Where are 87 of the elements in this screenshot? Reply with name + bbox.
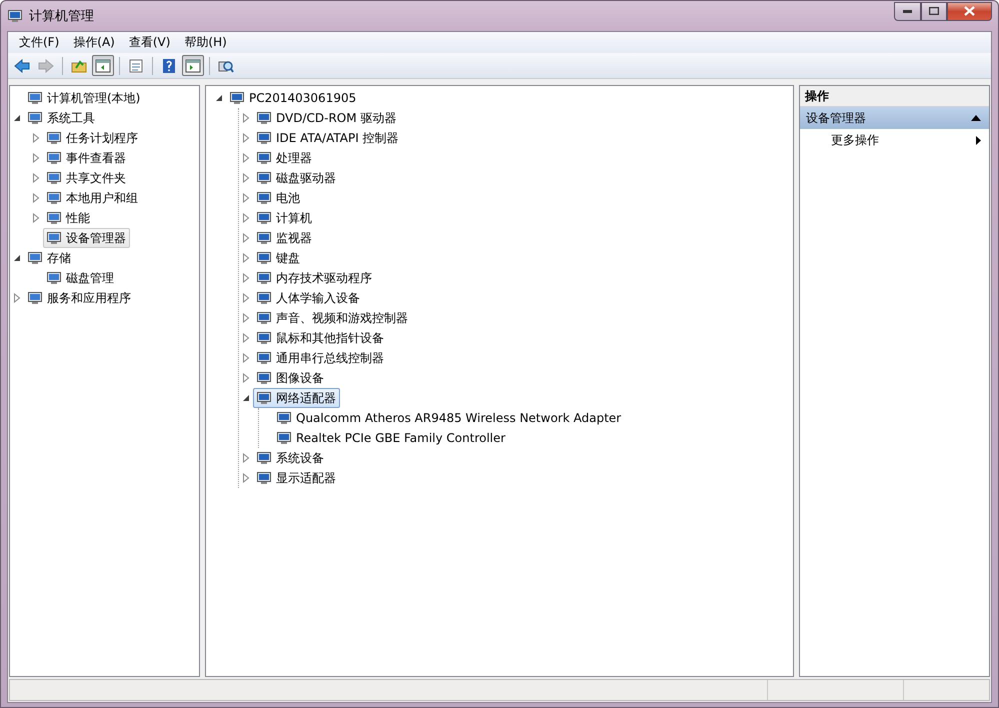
tree-item[interactable]: 监视器 — [253, 228, 316, 248]
monitor-icon — [256, 170, 272, 186]
actions-section[interactable]: 设备管理器 — [800, 107, 989, 129]
tree-item[interactable]: Realtek PCIe GBE Family Controller — [273, 428, 510, 448]
monitor-icon — [256, 250, 272, 266]
toolbar-button[interactable] — [92, 55, 114, 76]
pane-icon — [185, 58, 201, 72]
tree-item[interactable]: 性能 — [43, 208, 94, 228]
monitor-icon — [256, 110, 272, 126]
monitor-icon — [256, 330, 272, 346]
monitor-icon — [256, 190, 272, 206]
tree-item[interactable]: 磁盘驱动器 — [253, 168, 340, 188]
monitor-icon — [46, 230, 62, 246]
actions-header: 操作 — [800, 86, 989, 107]
monitor-icon — [256, 270, 272, 286]
tree-item[interactable]: IDE ATA/ATAPI 控制器 — [253, 128, 403, 148]
tree-item[interactable]: 系统设备 — [253, 448, 328, 468]
monitor-icon — [27, 250, 43, 266]
monitor-icon — [229, 90, 245, 106]
tree-item[interactable]: 键盘 — [253, 248, 304, 268]
folder-icon — [71, 58, 87, 72]
monitor-icon — [46, 270, 62, 286]
monitor-icon — [256, 390, 272, 406]
window-title: 计算机管理 — [29, 8, 95, 25]
toolbar-button[interactable] — [182, 55, 204, 76]
monitor-icon — [276, 430, 292, 446]
monitor-icon — [256, 370, 272, 386]
tree-item[interactable]: Qualcomm Atheros AR9485 Wireless Network Adapter — [273, 408, 626, 428]
monitor-icon — [27, 290, 43, 306]
tree-item[interactable]: 电池 — [253, 188, 304, 208]
tree-item[interactable]: 存储 — [24, 248, 75, 268]
monitor-icon — [256, 450, 272, 466]
tree-item[interactable]: 处理器 — [253, 148, 316, 168]
monitor-icon — [46, 190, 62, 206]
monitor-icon — [276, 410, 292, 426]
monitor-icon — [46, 150, 62, 166]
monitor-icon — [256, 130, 272, 146]
monitor-icon — [46, 130, 62, 146]
tree-item[interactable]: 计算机 — [253, 208, 316, 228]
computer-icon — [7, 8, 23, 24]
minimize-icon — [903, 10, 912, 12]
monitor-icon — [46, 210, 62, 226]
tree-item[interactable]: 任务计划程序 — [43, 128, 142, 148]
monitor-icon — [27, 110, 43, 126]
help-icon — [162, 58, 176, 74]
monitor-icon — [256, 350, 272, 366]
monitor-icon — [256, 230, 272, 246]
monitor-icon — [256, 290, 272, 306]
tree-item[interactable]: PC201403061905 — [226, 88, 360, 108]
tree-item[interactable]: 人体学输入设备 — [253, 288, 364, 308]
pane-icon — [95, 58, 111, 72]
monitor-icon — [27, 90, 43, 106]
tree-item[interactable]: 网络适配器 — [253, 388, 340, 408]
monitor-icon — [256, 470, 272, 486]
back-arrow-icon — [14, 58, 30, 72]
tree-item[interactable]: 内存技术驱动程序 — [253, 268, 376, 288]
menu-item[interactable]: 文件(F) — [12, 32, 66, 53]
monitor-icon — [46, 170, 62, 186]
tree-item[interactable]: 本地用户和组 — [43, 188, 142, 208]
forward-arrow-icon — [38, 58, 54, 72]
submenu-arrow-icon — [976, 136, 981, 144]
action-item[interactable]: 更多操作 — [800, 129, 989, 151]
tree-item[interactable]: 通用串行总线控制器 — [253, 348, 388, 368]
tree-item[interactable]: 服务和应用程序 — [24, 288, 135, 308]
close-button[interactable] — [947, 2, 992, 20]
tree-item[interactable]: 鼠标和其他指针设备 — [253, 328, 388, 348]
tree-item[interactable]: 声音、视频和游戏控制器 — [253, 308, 412, 328]
tree-item[interactable]: 共享文件夹 — [43, 168, 130, 188]
menu-item[interactable]: 帮助(H) — [177, 32, 234, 53]
monitor-icon — [256, 210, 272, 226]
maximize-button[interactable] — [921, 2, 947, 20]
monitor-icon — [256, 150, 272, 166]
tree-item[interactable]: 磁盘管理 — [43, 268, 118, 288]
tree-item[interactable]: DVD/CD-ROM 驱动器 — [253, 108, 400, 128]
minimize-button[interactable] — [894, 2, 921, 20]
tree-item[interactable]: 图像设备 — [253, 368, 328, 388]
maximize-icon — [929, 7, 939, 15]
tree-item[interactable]: 显示适配器 — [253, 468, 340, 488]
tree-item[interactable]: 系统工具 — [24, 108, 99, 128]
close-icon — [964, 6, 975, 16]
document-icon — [129, 58, 143, 72]
menu-item[interactable]: 查看(V) — [122, 32, 178, 53]
menu-item[interactable]: 操作(A) — [66, 32, 122, 53]
tree-item[interactable]: 事件查看器 — [43, 148, 130, 168]
monitor-icon — [256, 310, 272, 326]
tree-item[interactable]: 设备管理器 — [43, 228, 130, 248]
tree-item[interactable]: 计算机管理(本地) — [24, 88, 144, 108]
